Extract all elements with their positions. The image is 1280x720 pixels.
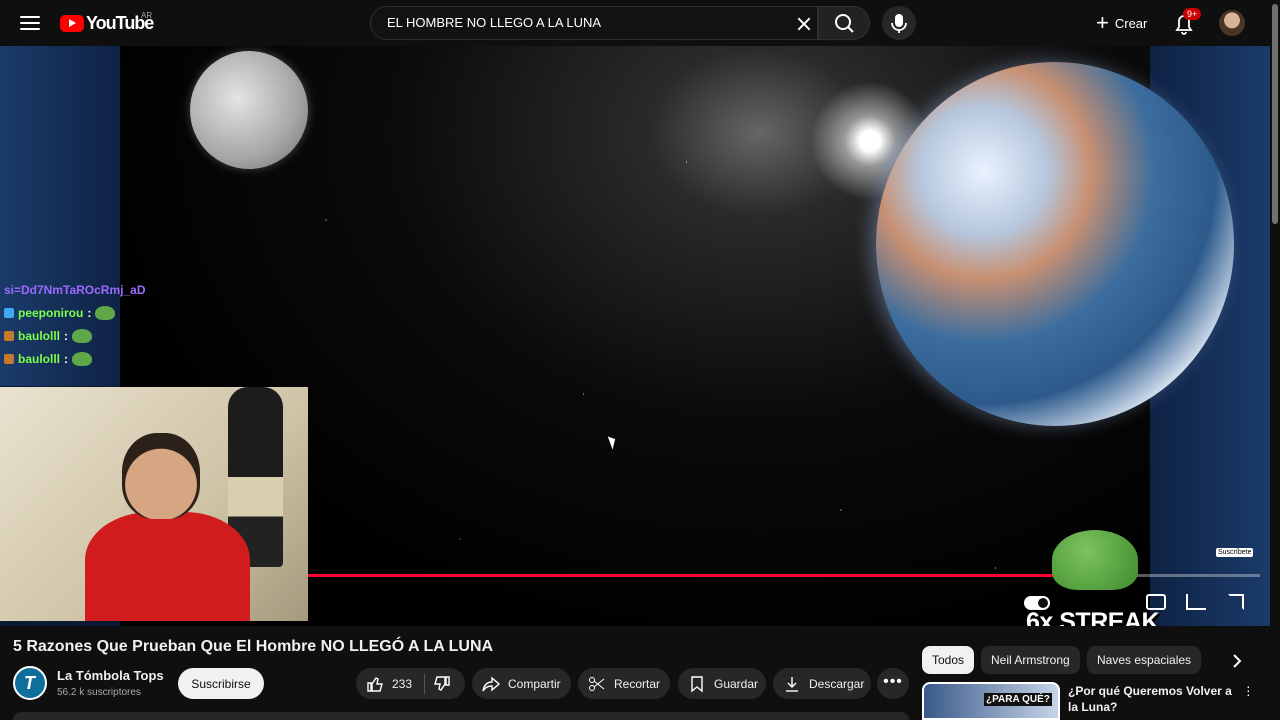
scrollbar-thumb[interactable] xyxy=(1272,4,1278,224)
recommendation-title[interactable]: ¿Por qué Queremos Volver a la Luna? xyxy=(1068,683,1238,715)
progress-fill xyxy=(308,574,1056,577)
youtube-logo[interactable]: YouTube AR xyxy=(60,11,154,34)
like-dislike-group: 233 xyxy=(356,668,465,699)
chip-neil-armstrong[interactable]: Neil Armstrong xyxy=(981,646,1080,674)
chat-system-text: si=Dd7NmTaROcRmj_aD xyxy=(4,282,146,297)
badge-icon xyxy=(4,330,14,341)
clear-search-icon[interactable] xyxy=(795,15,813,33)
cast-icon[interactable] xyxy=(1186,594,1206,610)
pepe-emote-icon xyxy=(72,351,92,366)
badge-icon xyxy=(4,353,14,364)
menu-icon[interactable] xyxy=(18,12,42,34)
subscribe-button[interactable]: Suscribirse xyxy=(178,668,264,699)
chat-separator: : xyxy=(87,305,92,320)
streamer-head xyxy=(122,433,200,519)
download-button[interactable]: Descargar xyxy=(773,668,871,699)
pepe-emote-icon xyxy=(95,305,116,320)
chip-all[interactable]: Todos xyxy=(922,646,975,674)
download-icon xyxy=(783,675,801,693)
thumbnail-text: ¿PARA QUÉ? xyxy=(984,693,1052,706)
share-icon xyxy=(482,675,500,693)
streamer-webcam xyxy=(0,387,308,621)
chat-line: peeponirou : xyxy=(4,301,204,324)
chat-line: baulolll : xyxy=(4,324,204,347)
clip-button[interactable]: Recortar xyxy=(578,668,670,699)
search-input[interactable] xyxy=(387,15,787,30)
kebab-menu-icon[interactable]: · · · xyxy=(1246,679,1254,701)
video-title: 5 Razones Que Prueban Que El Hombre NO L… xyxy=(13,638,494,655)
chat-line: baulolll : xyxy=(4,347,204,370)
top-bar: YouTube AR + Crear 9+ xyxy=(0,0,1280,46)
chat-line: si=Dd7NmTaROcRmj_aD xyxy=(4,278,204,301)
like-icon[interactable] xyxy=(366,675,384,693)
save-label: Guardar xyxy=(714,676,759,691)
earth-image xyxy=(876,62,1234,426)
fullscreen-icon[interactable] xyxy=(1228,594,1244,610)
save-button[interactable]: Guardar xyxy=(678,668,766,699)
search-button[interactable] xyxy=(818,6,870,40)
account-avatar[interactable] xyxy=(1219,10,1245,36)
create-button[interactable]: + Crear xyxy=(1088,8,1154,38)
chat-username: baulolll xyxy=(18,328,60,343)
voice-search-button[interactable] xyxy=(882,6,916,40)
create-label: Crear xyxy=(1114,15,1148,31)
chevron-right-icon[interactable] xyxy=(1226,650,1248,672)
chat-separator: : xyxy=(64,351,68,366)
pepe-emote-icon xyxy=(72,328,92,343)
plus-icon: + xyxy=(1096,10,1109,35)
like-count[interactable]: 233 xyxy=(392,677,412,691)
download-label: Descargar xyxy=(809,676,865,691)
stream-chat: si=Dd7NmTaROcRmj_aD peeponirou : bauloll… xyxy=(4,278,204,370)
pepe-emote-icon xyxy=(1052,530,1138,590)
chip-naves-espaciales[interactable]: Naves espaciales xyxy=(1087,646,1202,674)
subscribe-overlay-badge: Suscríbete xyxy=(1216,548,1254,557)
video-player[interactable]: si=Dd7NmTaROcRmj_aD peeponirou : bauloll… xyxy=(0,46,1270,626)
page-scrollbar[interactable] xyxy=(1270,0,1280,720)
region-code: AR xyxy=(141,11,153,20)
chat-separator: : xyxy=(64,328,68,343)
microphone-icon xyxy=(891,14,907,33)
notifications-button[interactable]: 9+ xyxy=(1170,8,1202,38)
search-icon xyxy=(835,14,854,33)
chat-username: peeponirou xyxy=(18,305,84,320)
recommendation-thumbnail[interactable]: ¿PARA QUÉ? xyxy=(922,682,1060,720)
streak-label: 6x STREAK xyxy=(1026,608,1160,626)
channel-name[interactable]: La Tómbola Tops xyxy=(57,668,164,683)
clip-label: Recortar xyxy=(614,676,661,691)
youtube-play-icon xyxy=(60,15,84,32)
streamer-shirt xyxy=(85,512,250,621)
subscriber-count: 56.2 k suscriptores xyxy=(57,687,141,698)
scissors-icon xyxy=(588,675,606,693)
description-box[interactable] xyxy=(13,712,909,720)
more-actions-icon[interactable]: ••• xyxy=(877,668,909,699)
share-label: Compartir xyxy=(508,676,561,691)
divider xyxy=(424,673,426,694)
badge-icon xyxy=(4,307,14,318)
channel-avatar[interactable] xyxy=(13,666,47,700)
dislike-icon[interactable] xyxy=(433,675,451,693)
share-button[interactable]: Compartir xyxy=(472,668,571,699)
moon-image xyxy=(190,51,308,169)
bookmark-icon xyxy=(688,675,706,693)
chat-username: baulolll xyxy=(18,351,60,366)
notification-badge: 9+ xyxy=(1183,8,1202,20)
search-box xyxy=(370,6,818,40)
